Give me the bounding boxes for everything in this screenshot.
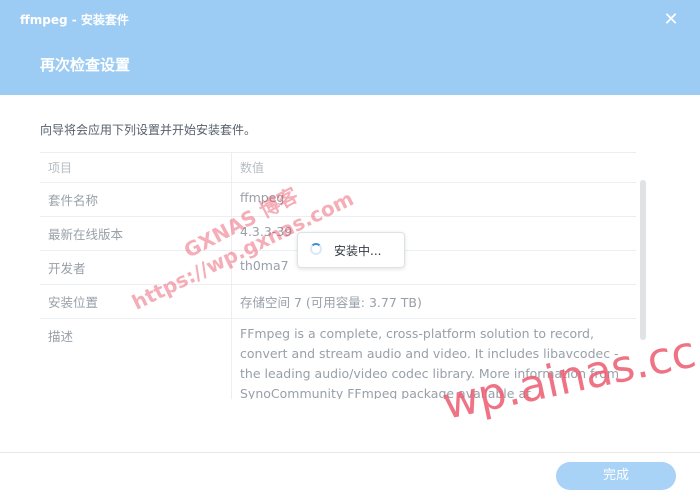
- footer-divider: [0, 452, 700, 453]
- installing-toast: 安装中...: [297, 232, 405, 268]
- column-header-item: 项目: [48, 161, 73, 175]
- dialog-header: ffmpeg - 安装套件 ✕ 再次检查设置: [0, 0, 700, 95]
- scrollbar-thumb[interactable]: [640, 180, 646, 340]
- window-title: ffmpeg - 安装套件: [20, 13, 129, 27]
- row-value: 存储空间 7 (可用容量: 3.77 TB): [231, 285, 636, 318]
- table-row: 安装位置 存储空间 7 (可用容量: 3.77 TB): [40, 285, 636, 319]
- done-button[interactable]: 完成: [556, 462, 676, 490]
- close-icon[interactable]: ✕: [660, 9, 682, 31]
- table-header-row: 项目 数值: [40, 152, 636, 183]
- row-value: th0ma7: [231, 251, 636, 284]
- loading-spinner-icon: [310, 243, 322, 255]
- column-header-value: 数值: [231, 153, 636, 182]
- row-label: 描述: [48, 329, 74, 344]
- row-label: 套件名称: [48, 193, 99, 208]
- toast-text: 安装中...: [334, 244, 382, 258]
- intro-text: 向导将会应用下列设置并开始安装套件。: [40, 123, 257, 137]
- table-scrollbar[interactable]: [640, 180, 646, 340]
- page-title: 再次检查设置: [40, 56, 131, 74]
